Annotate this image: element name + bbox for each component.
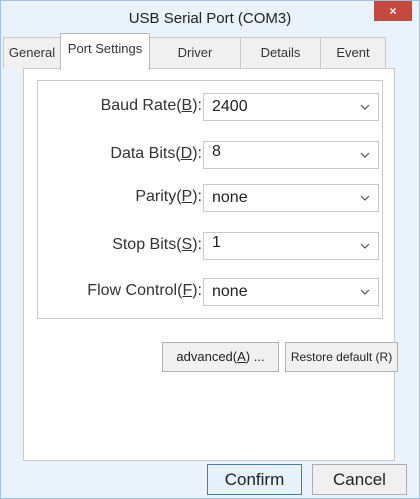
chevron-down-icon [360, 284, 370, 300]
chevron-down-icon [360, 99, 370, 115]
tab-driver[interactable]: Driver [149, 37, 241, 69]
parity-value: none [212, 189, 248, 206]
flow-control-label: Flow Control(F): [87, 282, 202, 299]
parity-label: Parity(P): [135, 188, 202, 205]
data-bits-label: Data Bits(D): [110, 145, 202, 162]
stop-bits-label: Stop Bits(S): [112, 236, 202, 253]
port-settings-panel: Baud Rate(B): 2400 Data Bits(D): 8 Parit… [23, 68, 398, 461]
window-title: USB Serial Port (COM3) [128, 10, 292, 27]
tab-port-settings[interactable]: Port Settings [60, 33, 150, 70]
title-bar: USB Serial Port (COM3) × [1, 1, 419, 31]
tab-general[interactable]: General [3, 37, 61, 69]
restore-default-button[interactable]: Restore default (R) [285, 342, 398, 372]
baud-rate-label: Baud Rate(B): [100, 97, 202, 114]
close-button[interactable]: × [374, 1, 412, 21]
tab-details[interactable]: Details [240, 37, 321, 69]
baud-rate-value: 2400 [212, 98, 248, 115]
chevron-down-icon [360, 147, 370, 163]
stop-bits-value: 1 [212, 234, 221, 251]
flow-control-select[interactable]: none [203, 278, 379, 306]
dialog-window: USB Serial Port (COM3) × General Port Se… [0, 0, 420, 499]
flow-control-value: none [212, 283, 248, 300]
close-icon: × [389, 4, 397, 18]
stop-bits-select[interactable]: 1 [203, 232, 379, 260]
data-bits-select[interactable]: 8 [203, 141, 379, 169]
cancel-button[interactable]: Cancel [312, 464, 407, 495]
data-bits-value: 8 [212, 143, 221, 160]
chevron-down-icon [360, 238, 370, 254]
settings-group: Baud Rate(B): 2400 Data Bits(D): 8 Parit… [37, 80, 383, 319]
confirm-button[interactable]: Confirm [207, 464, 302, 495]
parity-select[interactable]: none [203, 184, 379, 212]
chevron-down-icon [360, 190, 370, 206]
tab-event[interactable]: Event [320, 37, 386, 69]
advanced-button[interactable]: advanced(A) ... [162, 342, 279, 372]
baud-rate-select[interactable]: 2400 [203, 93, 379, 121]
